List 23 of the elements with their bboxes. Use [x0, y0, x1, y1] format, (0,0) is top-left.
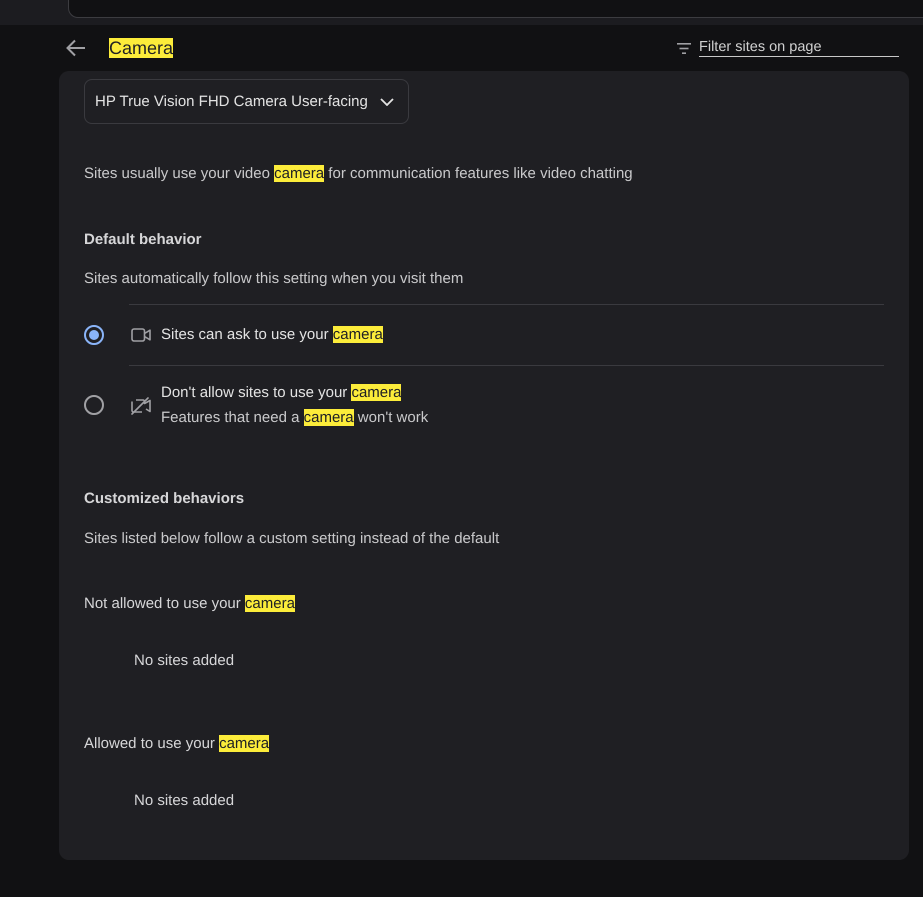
section-subtitle: Sites automatically follow this setting when you visit them: [84, 269, 464, 289]
list-heading: Not allowed to use your camera: [84, 594, 295, 614]
section-heading: Customized behaviors: [84, 489, 244, 509]
option-label: Sites can ask to use your camera: [161, 325, 383, 345]
list-heading: Allowed to use your camera: [84, 734, 270, 754]
radio-button[interactable]: [84, 324, 104, 344]
video-camera-icon: [131, 326, 151, 344]
section-subtitle: Sites listed below follow a custom setting instead of the default: [84, 529, 500, 549]
page-title: Camera: [109, 37, 174, 60]
video-camera-off-icon: [131, 396, 151, 414]
option-description: Features that need a camera won't work: [161, 408, 428, 428]
description-text: Sites usually use your video camera for communication features like video chatting: [84, 164, 633, 184]
option-label: Don't allow sites to use your camera: [161, 383, 402, 403]
search-field[interactable]: [68, 0, 923, 18]
camera-select[interactable]: HP True Vision FHD Camera User-facing: [84, 79, 409, 124]
radio-button[interactable]: [84, 395, 104, 415]
chevron-down-icon: [380, 98, 394, 106]
back-arrow-icon: [66, 39, 86, 57]
empty-message: No sites added: [134, 791, 234, 811]
filter-field[interactable]: Filter sites on page: [699, 39, 899, 57]
filter-icon: [677, 42, 691, 54]
section-heading: Default behavior: [84, 230, 202, 250]
empty-message: No sites added: [134, 651, 234, 671]
